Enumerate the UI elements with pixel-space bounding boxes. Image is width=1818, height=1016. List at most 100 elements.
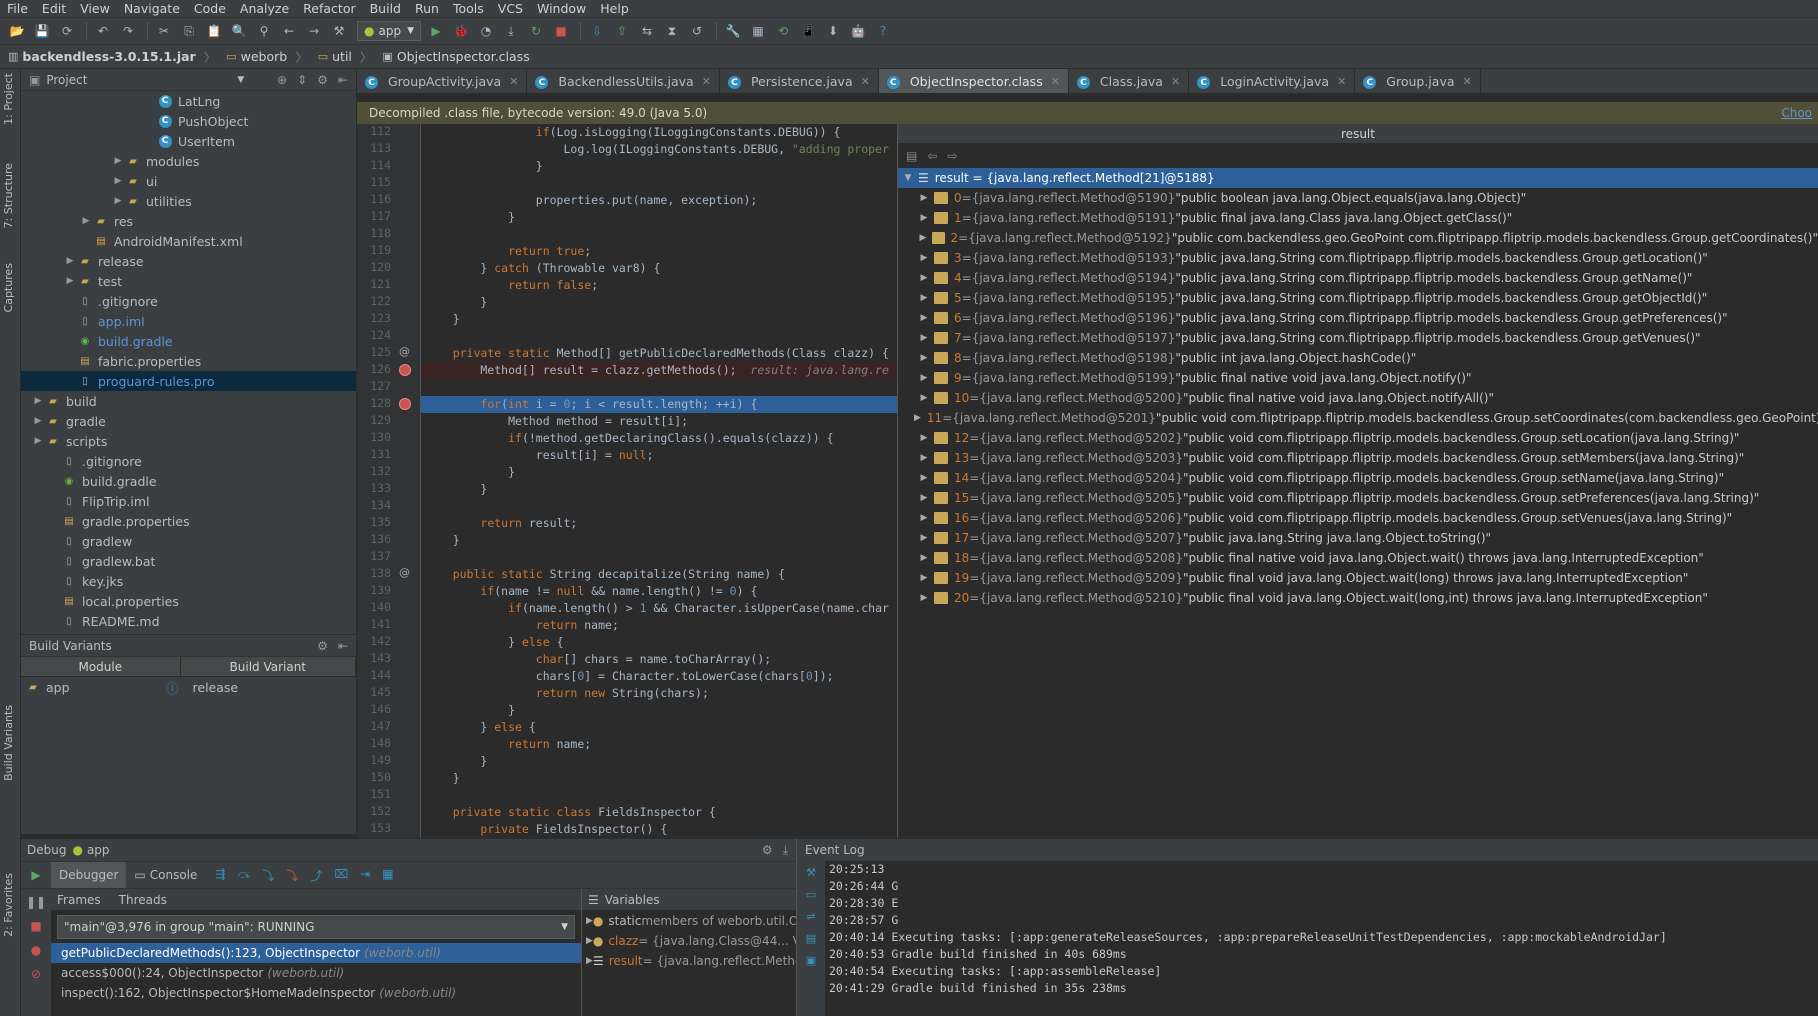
frame-row[interactable]: getPublicDeclaredMethods():123, ObjectIn… <box>51 943 581 963</box>
gear-icon[interactable]: ⚙ <box>317 73 328 87</box>
project-view-label[interactable]: Project <box>46 73 87 87</box>
redo-icon[interactable]: ↷ <box>117 21 139 41</box>
replace-icon[interactable]: ⚲ <box>253 21 275 41</box>
resume-icon[interactable]: ▶ <box>21 868 51 882</box>
result-item-row[interactable]: ▶ 12 = {java.lang.reflect.Method@5202} "p… <box>898 428 1818 448</box>
result-item-row[interactable]: ▶ 7 = {java.lang.reflect.Method@5197} "pu… <box>898 328 1818 348</box>
sync-icon[interactable]: ⟳ <box>56 21 78 41</box>
chevron-right-icon[interactable]: ▶ <box>914 193 934 203</box>
tree-item[interactable]: ▶ ▰ gradle <box>21 411 356 431</box>
chevron-right-icon[interactable]: ▶ <box>914 553 934 563</box>
code-line[interactable]: return result; <box>421 515 897 532</box>
chevron-right-icon[interactable]: ▶ <box>914 353 934 363</box>
stop-icon[interactable]: ■ <box>550 21 572 41</box>
evaluate-expression-icon[interactable]: ▦ <box>382 867 393 884</box>
vcs-revert-icon[interactable]: ↺ <box>686 21 708 41</box>
code-line[interactable]: } <box>421 753 897 770</box>
code-line[interactable]: return name; <box>421 617 897 634</box>
tree-item[interactable]: ▯ FlipTrip.iml <box>21 491 356 511</box>
tree-item[interactable]: C PushObject <box>21 111 356 131</box>
menu-navigate[interactable]: Navigate <box>117 0 187 18</box>
chevron-right-icon[interactable]: ▶ <box>914 493 934 503</box>
breadcrumb-item[interactable]: ▭ weborb 〉 <box>226 47 308 66</box>
monitor-icon[interactable]: ▣ <box>797 949 825 971</box>
force-step-into-icon[interactable]: ⤵ <box>286 867 298 884</box>
code-line[interactable]: } <box>421 481 897 498</box>
gear-icon[interactable]: ⚙ <box>762 843 773 858</box>
chevron-right-icon[interactable]: ▶ <box>914 373 934 383</box>
tree-item[interactable]: ▶ ▰ ui <box>21 171 356 191</box>
code-line[interactable]: return name; <box>421 736 897 753</box>
chevron-right-icon[interactable]: ▶ <box>586 936 593 946</box>
chevron-right-icon[interactable]: ▶ <box>914 573 934 583</box>
menu-tools[interactable]: Tools <box>446 0 491 18</box>
chevron-right-icon[interactable]: ▶ <box>914 593 934 603</box>
code-line[interactable]: if(Log.isLogging(ILoggingConstants.DEBUG… <box>421 124 897 141</box>
code-line[interactable]: } catch (Throwable var8) { <box>421 260 897 277</box>
variable-row[interactable]: ▶ ● clazz = {java.lang.Class@44... View <box>582 931 821 951</box>
tree-item[interactable]: ▯ .gitignore <box>21 291 356 311</box>
variable-row[interactable]: ▶ ☰ result = {java.lang.reflect.Method[2 <box>582 951 822 971</box>
chevron-right-icon[interactable]: ▶ <box>914 473 934 483</box>
menu-analyze[interactable]: Analyze <box>233 0 296 18</box>
chevron-right-icon[interactable]: ▶ <box>914 453 934 463</box>
code-line[interactable]: properties.put(name, exception); <box>421 192 897 209</box>
menu-help[interactable]: Help <box>593 0 636 18</box>
tree-item[interactable]: ▶ ▰ utilities <box>21 191 356 211</box>
filter-icon[interactable]: ⇌ <box>797 905 825 927</box>
result-root-row[interactable]: ▼ ☰ result = {java.lang.reflect.Method[2… <box>898 168 1818 188</box>
undo-icon[interactable]: ↶ <box>92 21 114 41</box>
tool-tab-structure[interactable]: 7: Structure <box>2 159 15 232</box>
code-editor[interactable]: 112 113 114 115 116 117 118 119 120 121 122 123 124 1… <box>357 124 897 838</box>
chevron-right-icon[interactable]: ▶ <box>111 176 125 186</box>
code-line[interactable]: } <box>421 311 897 328</box>
vcs-commit-icon[interactable]: ⇧ <box>611 21 633 41</box>
tab-objectinspector-class[interactable]: C ObjectInspector.class ✕ <box>878 69 1069 93</box>
result-item-row[interactable]: ▶ 0 = {java.lang.reflect.Method@5190} "pu… <box>898 188 1818 208</box>
chevron-right-icon[interactable]: ▶ <box>111 156 125 166</box>
menu-edit[interactable]: Edit <box>35 0 73 18</box>
hide-panel-icon[interactable]: ⤓ <box>783 843 788 858</box>
chevron-right-icon[interactable]: ▶ <box>914 413 921 423</box>
code-line[interactable]: private static class FieldsInspector { <box>421 804 897 821</box>
tab-persistence-java[interactable]: C Persistence.java ✕ <box>720 69 879 93</box>
hide-panel-icon[interactable]: ⇤ <box>338 73 348 87</box>
code-line[interactable]: } <box>421 158 897 175</box>
coverage-icon[interactable]: ◔ <box>475 21 497 41</box>
chevron-right-icon[interactable]: ▶ <box>63 256 77 266</box>
tools-icon[interactable]: ▤ <box>797 927 825 949</box>
thread-select[interactable]: "main"@3,976 in group "main": RUNNING ▼ <box>57 915 575 939</box>
variant-row[interactable]: ▰ app ⓘ release <box>21 677 356 697</box>
chevron-right-icon[interactable]: ▶ <box>31 436 45 446</box>
menu-build[interactable]: Build <box>363 0 408 18</box>
back-icon[interactable]: ← <box>278 21 300 41</box>
chevron-right-icon[interactable]: ▶ <box>914 333 934 343</box>
result-item-row[interactable]: ▶ 2 = {java.lang.reflect.Method@5192} "pu… <box>898 228 1818 248</box>
tree-item[interactable]: ▯ README.md <box>21 611 356 631</box>
tab-debugger[interactable]: Debugger <box>51 862 127 888</box>
menu-file[interactable]: File <box>0 0 35 18</box>
hide-panel-icon[interactable]: ⇤ <box>338 639 348 653</box>
result-item-row[interactable]: ▶ 5 = {java.lang.reflect.Method@5195} "pu… <box>898 288 1818 308</box>
code-line[interactable]: private static Method[] getPublicDeclare… <box>421 345 897 362</box>
code-line[interactable] <box>421 787 897 804</box>
code-line[interactable]: return new String(chars); <box>421 685 897 702</box>
open-folder-icon[interactable]: 📂 <box>6 21 28 41</box>
result-item-row[interactable]: ▶ 10 = {java.lang.reflect.Method@5200} "p… <box>898 388 1818 408</box>
show-execution-point-icon[interactable]: ⇶ <box>215 867 225 884</box>
android-monitor-icon[interactable]: 🤖 <box>847 21 869 41</box>
result-item-row[interactable]: ▶ 16 = {java.lang.reflect.Method@5206} "p… <box>898 508 1818 528</box>
vcs-update-icon[interactable]: ⇩ <box>586 21 608 41</box>
close-icon[interactable]: ✕ <box>861 75 870 88</box>
tab-class-java[interactable]: C Class.java ✕ <box>1069 69 1190 93</box>
code-line[interactable] <box>421 549 897 566</box>
chevron-right-icon[interactable]: ▶ <box>914 433 934 443</box>
result-item-row[interactable]: ▶ 15 = {java.lang.reflect.Method@5205} "p… <box>898 488 1818 508</box>
chevron-right-icon[interactable]: ▶ <box>63 276 77 286</box>
avd-manager-icon[interactable]: 📱 <box>797 21 819 41</box>
tab-group-java[interactable]: C Group.java ✕ <box>1355 69 1481 93</box>
tree-item[interactable]: ▯ gradlew.bat <box>21 551 356 571</box>
gear-icon[interactable]: ⚙ <box>317 639 328 653</box>
sdk-manager-icon[interactable]: ⬇ <box>822 21 844 41</box>
run-icon[interactable]: ▶ <box>425 21 447 41</box>
